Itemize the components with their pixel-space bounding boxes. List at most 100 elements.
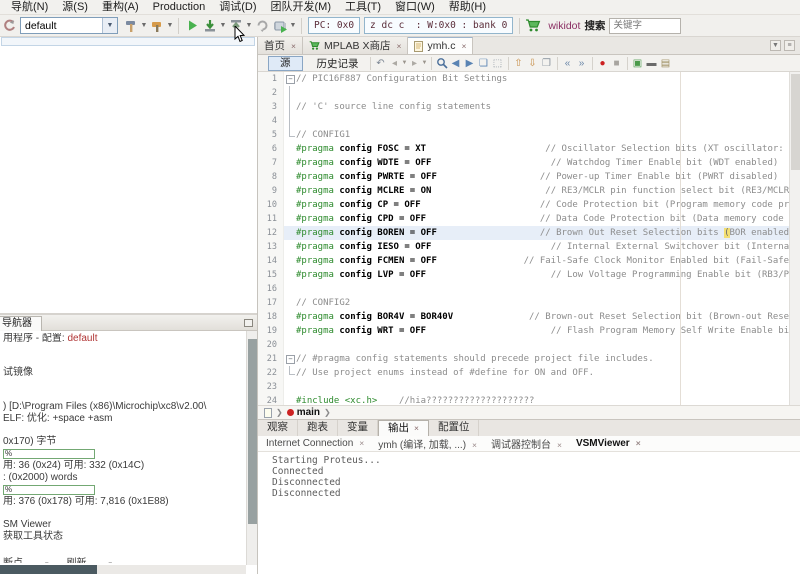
close-icon[interactable]: × — [414, 423, 419, 433]
menu-item-5[interactable]: 团队开发(M) — [264, 0, 339, 15]
comment-icon[interactable]: ▣ — [631, 56, 645, 70]
panel-tab-跑表[interactable]: 跑表 — [298, 420, 338, 436]
forward-dropdown-icon[interactable]: ▼ — [422, 60, 428, 66]
code-line-24[interactable]: 24#include <xc.h> //hia?????????????????… — [258, 394, 800, 405]
menu-item-8[interactable]: 帮助(H) — [442, 0, 493, 15]
close-icon[interactable]: × — [397, 42, 402, 50]
panel-tab-观察[interactable]: 观察 — [258, 420, 298, 436]
close-icon[interactable]: × — [291, 42, 296, 50]
select-in-icon[interactable]: ⬚ — [491, 56, 505, 70]
output-tab-ymh-[interactable]: ymh (编译, 加载, ...)× — [378, 436, 481, 451]
code-line-6[interactable]: 6#pragma config FOSC = XT // Oscillator … — [258, 142, 800, 156]
find-icon[interactable] — [435, 56, 449, 70]
scrollbar-thumb[interactable] — [791, 74, 800, 170]
find-next-icon[interactable]: ▶ — [463, 56, 477, 70]
editor-tab--[interactable]: 首页× — [258, 37, 303, 54]
code-line-8[interactable]: 8#pragma config PWRTE = OFF // Power-up … — [258, 170, 800, 184]
code-editor[interactable]: 1// PIC16F887 Configuration Bit Settings… — [258, 72, 800, 405]
code-line-10[interactable]: 10#pragma config CP = OFF // Code Protec… — [258, 198, 800, 212]
fold-marker-icon[interactable] — [284, 72, 296, 86]
find-previous-icon[interactable]: ◀ — [449, 56, 463, 70]
refresh-debug-icon[interactable] — [253, 17, 271, 35]
code-line-12[interactable]: 12#pragma config BOREN = OFF // Brown Ou… — [258, 226, 800, 240]
last-edit-icon[interactable]: ↶ — [374, 56, 388, 70]
panel-tab-输出[interactable]: 输出× — [378, 420, 429, 436]
toggle-bookmark-icon[interactable]: ❐ — [540, 56, 554, 70]
menu-item-1[interactable]: 源(S) — [55, 0, 95, 15]
code-line-18[interactable]: 18#pragma config BOR4V = BOR40V // Brown… — [258, 310, 800, 324]
code-line-19[interactable]: 19#pragma config WRT = OFF // Flash Prog… — [258, 324, 800, 338]
breadcrumb-symbol[interactable]: main — [297, 407, 320, 418]
debug-run-dropdown-icon[interactable]: ▼ — [289, 17, 297, 35]
close-icon[interactable]: × — [636, 438, 641, 448]
menu-item-0[interactable]: 导航(N) — [4, 0, 55, 15]
panel-tab-配置位[interactable]: 配置位 — [429, 420, 480, 436]
scrollbar-thumb[interactable] — [0, 565, 97, 574]
code-line-17[interactable]: 17// CONFIG2 — [258, 296, 800, 310]
tab-scroll-icon[interactable]: ▼ — [770, 40, 781, 51]
editor-tab-ymh.c[interactable]: ymh.c× — [408, 37, 473, 54]
code-line-3[interactable]: 3// 'C' source line config statements — [258, 100, 800, 114]
editor-tab-MPLAB-X-[interactable]: MPLAB X商店× — [303, 37, 409, 54]
clean-build-dropdown-icon[interactable]: ▼ — [166, 17, 174, 35]
code-line-1[interactable]: 1// PIC16F887 Configuration Bit Settings — [258, 72, 800, 86]
store-cart-icon[interactable] — [524, 17, 542, 35]
find-selection-icon[interactable]: ❏ — [477, 56, 491, 70]
menu-item-4[interactable]: 调试(D) — [212, 0, 263, 15]
editor-vertical-scrollbar[interactable] — [789, 72, 800, 405]
uncomment-icon[interactable]: ▬ — [645, 56, 659, 70]
next-bookmark-icon[interactable]: ⇩ — [526, 56, 540, 70]
close-icon[interactable]: × — [461, 42, 466, 50]
program-device-dropdown-icon[interactable]: ▼ — [219, 17, 227, 35]
debug-run-button[interactable] — [271, 17, 289, 35]
record-macro-icon[interactable]: ● — [596, 56, 610, 70]
stop-macro-icon[interactable]: ■ — [610, 56, 624, 70]
code-line-7[interactable]: 7#pragma config WDTE = OFF // Watchdog T… — [258, 156, 800, 170]
code-line-5[interactable]: 5// CONFIG1 — [258, 128, 800, 142]
close-icon[interactable]: × — [472, 440, 477, 450]
code-line-4[interactable]: 4 — [258, 114, 800, 128]
code-line-9[interactable]: 9#pragma config MCLRE = ON // RE3/MCLR p… — [258, 184, 800, 198]
build-dropdown-icon[interactable]: ▼ — [140, 17, 148, 35]
configuration-select[interactable]: default ▼ — [20, 17, 118, 34]
back-icon[interactable]: ◂ — [388, 56, 402, 70]
read-device-dropdown-icon[interactable]: ▼ — [245, 17, 253, 35]
menu-item-7[interactable]: 窗口(W) — [388, 0, 442, 15]
output-tab-VSMViewer[interactable]: VSMViewer× — [576, 438, 645, 449]
panel-tab-变量[interactable]: 变量 — [338, 420, 378, 436]
close-icon[interactable]: × — [557, 440, 562, 450]
code-line-21[interactable]: 21// #pragma config statements should pr… — [258, 352, 800, 366]
code-line-15[interactable]: 15#pragma config LVP = OFF // Low Voltag… — [258, 268, 800, 282]
clean-build-button[interactable] — [148, 17, 166, 35]
wikidot-search-input[interactable] — [609, 18, 681, 34]
fold-marker-icon[interactable] — [284, 352, 296, 366]
shift-left-icon[interactable]: « — [561, 56, 575, 70]
history-view-button[interactable]: 历史记录 — [309, 56, 367, 71]
code-line-23[interactable]: 23 — [258, 380, 800, 394]
menu-item-3[interactable]: Production — [146, 0, 213, 15]
output-tab-Internet-Connection[interactable]: Internet Connection× — [266, 438, 368, 449]
code-line-22[interactable]: 22// Use project enums instead of #defin… — [258, 366, 800, 380]
dashboard-section-row[interactable]: 断点▾刷新▾ — [3, 554, 245, 563]
program-device-button[interactable] — [201, 17, 219, 35]
forward-icon[interactable]: ▸ — [408, 56, 422, 70]
code-line-14[interactable]: 14#pragma config FCMEN = OFF // Fail-Saf… — [258, 254, 800, 268]
source-view-button[interactable]: 源 — [268, 56, 303, 71]
navigator-tab[interactable]: 导航器 — [0, 316, 42, 331]
output-tab--[interactable]: 调试器控制台× — [491, 436, 566, 451]
edit-settings-icon[interactable]: ▤ — [659, 56, 673, 70]
menu-item-2[interactable]: 重构(A) — [95, 0, 146, 15]
code-line-2[interactable]: 2 — [258, 86, 800, 100]
run-project-button[interactable] — [183, 17, 201, 35]
minimize-panel-icon[interactable] — [244, 319, 253, 327]
menu-item-6[interactable]: 工具(T) — [338, 0, 388, 15]
code-line-16[interactable]: 16 — [258, 282, 800, 296]
navigator-horizontal-scrollbar[interactable] — [0, 565, 246, 574]
build-project-button[interactable] — [122, 17, 140, 35]
output-console[interactable]: Starting Proteus...ConnectedDisconnected… — [258, 452, 800, 499]
close-icon[interactable]: × — [359, 438, 364, 448]
navigator-vertical-scrollbar[interactable] — [246, 331, 257, 565]
shift-right-icon[interactable]: » — [575, 56, 589, 70]
scrollbar-thumb[interactable] — [248, 339, 257, 524]
code-line-13[interactable]: 13#pragma config IESO = OFF // Internal … — [258, 240, 800, 254]
